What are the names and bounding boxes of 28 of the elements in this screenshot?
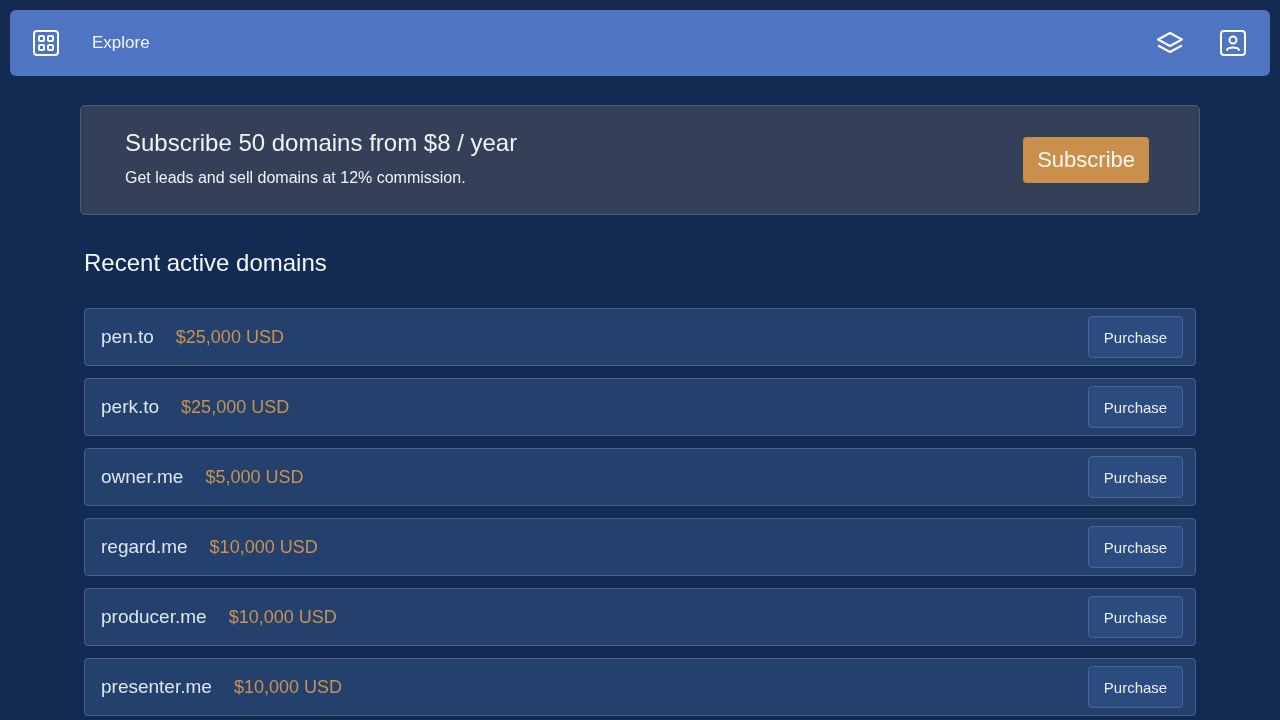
domain-price: $5,000 USD: [205, 466, 305, 488]
domain-name: pen.to: [101, 326, 154, 348]
layers-icon: [1157, 30, 1183, 56]
domain-name: producer.me: [101, 606, 207, 628]
promo-title: Subscribe 50 domains from $8 / year: [125, 128, 519, 158]
purchase-button[interactable]: Purchase: [1088, 526, 1183, 568]
layers-button[interactable]: [1157, 30, 1183, 56]
domain-price: $25,000 USD: [181, 396, 291, 418]
grid-icon: [33, 30, 59, 56]
purchase-button[interactable]: Purchase: [1088, 386, 1183, 428]
domain-name: regard.me: [101, 536, 188, 558]
section-title: Recent active domains: [84, 248, 328, 278]
purchase-button[interactable]: Purchase: [1088, 666, 1183, 708]
domain-name: presenter.me: [101, 676, 212, 698]
domain-price: $10,000 USD: [233, 676, 343, 698]
domain-price: $10,000 USD: [209, 536, 319, 558]
domain-price: $10,000 USD: [228, 606, 338, 628]
domain-name: perk.to: [101, 396, 160, 418]
purchase-button[interactable]: Purchase: [1088, 456, 1183, 498]
purchase-button[interactable]: Purchase: [1088, 596, 1183, 638]
user-profile-icon: [1220, 30, 1246, 56]
domain-price: $25,000 USD: [175, 326, 285, 348]
apps-button[interactable]: [33, 30, 59, 56]
profile-button[interactable]: [1220, 30, 1246, 56]
domain-name: owner.me: [101, 466, 184, 488]
promo-subtitle: Get leads and sell domains at 12% commission.: [125, 168, 467, 188]
purchase-button[interactable]: Purchase: [1088, 316, 1183, 358]
explore-link[interactable]: Explore: [92, 33, 150, 53]
